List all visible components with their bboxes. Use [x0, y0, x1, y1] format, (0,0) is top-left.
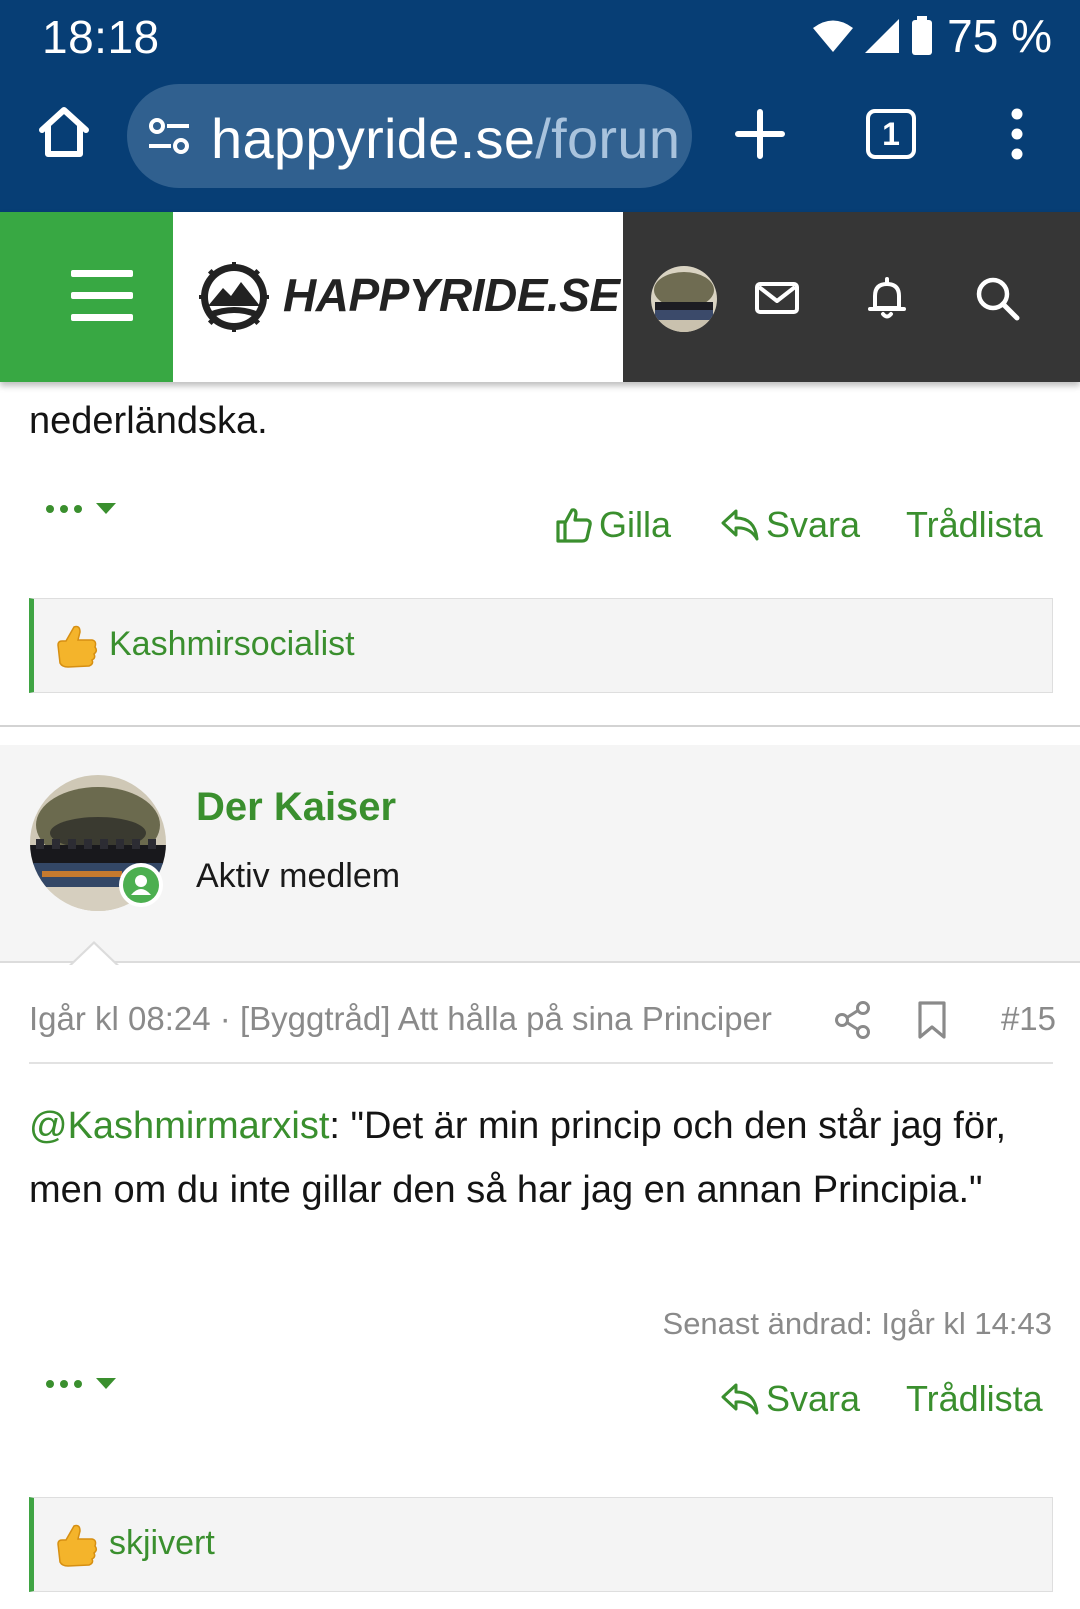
status-time: 18:18 — [42, 11, 160, 63]
reply-label: Svara — [766, 504, 861, 545]
post-more-options-button[interactable] — [46, 1378, 116, 1389]
previous-post-text: nederländska. — [29, 400, 268, 442]
new-tab-plus-icon[interactable] — [732, 106, 788, 162]
reaction-user-link[interactable]: skjivert — [109, 1524, 215, 1563]
author-block-pointer-fill — [71, 944, 117, 966]
share-icon[interactable] — [834, 1000, 872, 1040]
post-author-block: Der Kaiser Aktiv medlem — [0, 745, 1080, 966]
like-button[interactable]: Gilla — [555, 504, 671, 546]
online-status-badge — [119, 863, 163, 907]
thread-list-button[interactable]: Trådlista — [906, 1378, 1043, 1420]
post-body: @Kashmirmarxist: "Det är min princip och… — [29, 1094, 1049, 1222]
meta-divider — [29, 1062, 1053, 1064]
post-meta-actions: #15 — [830, 1000, 1056, 1042]
reply-arrow-icon — [721, 1383, 759, 1415]
ellipsis-icon — [46, 504, 82, 513]
tab-switcher-button[interactable]: 1 — [866, 109, 916, 159]
post-number-link[interactable]: #15 — [1001, 1000, 1056, 1038]
overflow-menu-icon[interactable] — [1000, 106, 1034, 162]
wifi-icon — [813, 20, 854, 52]
reaction-user-link[interactable]: Kashmirsocialist — [109, 625, 355, 664]
hamburger-menu-icon — [71, 270, 133, 322]
thread-list-label: Trådlista — [906, 504, 1043, 545]
home-icon[interactable] — [34, 102, 94, 162]
like-label: Gilla — [599, 504, 672, 545]
reply-label: Svara — [766, 1378, 861, 1419]
thread-list-button[interactable]: Trådlista — [906, 504, 1043, 546]
thumbs-up-icon — [556, 508, 592, 543]
thread-title[interactable]: [Byggtråd] Att hålla på sina Principer — [240, 1000, 772, 1037]
thumbs-up-emoji-icon — [57, 1524, 98, 1567]
cellular-signal-icon — [865, 19, 900, 53]
meta-separator: · — [210, 1000, 240, 1037]
post-date[interactable]: Igår kl 08:24 — [29, 1000, 211, 1037]
url-path: /forun — [535, 107, 681, 170]
site-header: HAPPYRIDE.SE — [0, 212, 1080, 382]
reactions-bar[interactable]: skjivert — [29, 1497, 1053, 1592]
post-more-options-button[interactable] — [46, 503, 116, 514]
post-separator — [0, 725, 1080, 727]
address-bar[interactable]: happyride.se/forun — [127, 84, 692, 188]
author-title: Aktiv medlem — [196, 857, 401, 895]
reactions-bar[interactable]: Kashmirsocialist — [29, 598, 1053, 693]
reply-button[interactable]: Svara — [720, 504, 860, 546]
reply-arrow-icon — [721, 509, 759, 541]
site-settings-icon[interactable] — [147, 116, 191, 156]
user-nav — [623, 212, 1080, 382]
bookmark-icon[interactable] — [914, 1000, 950, 1040]
browser-toolbar: happyride.se/forun 1 — [0, 72, 1080, 212]
status-bar: 18:18 75 % — [0, 0, 1080, 72]
chevron-down-icon — [96, 1378, 116, 1389]
user-mention-link[interactable]: @Kashmirmarxist — [29, 1105, 329, 1147]
hamburger-menu-button[interactable] — [0, 212, 173, 382]
bell-icon[interactable] — [863, 274, 911, 322]
status-icons: 75 % — [813, 8, 1052, 64]
last-edited-note: Senast ändrad: Igår kl 14:43 — [662, 1306, 1052, 1341]
battery-percent: 75 % — [947, 10, 1052, 62]
user-icon — [131, 875, 151, 895]
url-host: happyride.se — [211, 107, 536, 170]
logo-emblem-icon — [199, 262, 269, 332]
envelope-icon[interactable] — [753, 274, 801, 322]
search-icon[interactable] — [973, 274, 1021, 322]
chevron-down-icon — [96, 503, 116, 514]
reply-button[interactable]: Svara — [720, 1378, 860, 1420]
logo-text: HAPPYRIDE.SE — [283, 269, 620, 321]
site-logo[interactable]: HAPPYRIDE.SE — [173, 212, 623, 382]
author-name[interactable]: Der Kaiser — [196, 785, 396, 830]
ellipsis-icon — [46, 1379, 82, 1388]
thread-list-label: Trådlista — [906, 1378, 1043, 1419]
post-meta: Igår kl 08:24 · [Byggtråd] Att hålla på … — [29, 1000, 772, 1038]
thumbs-up-emoji-icon — [57, 625, 98, 668]
battery-icon — [912, 16, 933, 55]
user-avatar[interactable] — [651, 266, 717, 332]
url-text[interactable]: happyride.se/forun — [211, 106, 680, 171]
